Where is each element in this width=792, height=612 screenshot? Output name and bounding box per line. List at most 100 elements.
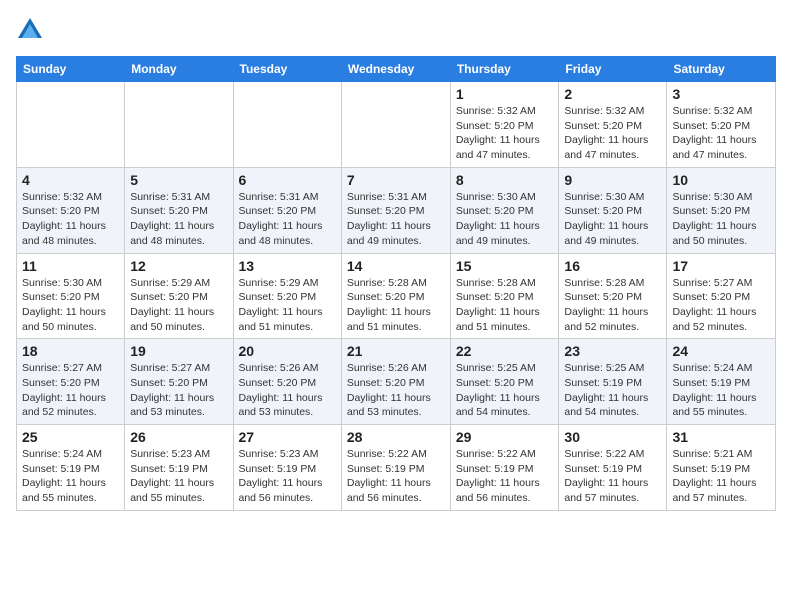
weekday-header-friday: Friday bbox=[559, 57, 667, 82]
calendar-cell: 1 Sunrise: 5:32 AM Sunset: 5:20 PM Daylig… bbox=[450, 82, 559, 168]
day-number: 13 bbox=[239, 258, 336, 274]
calendar-cell: 14 Sunrise: 5:28 AM Sunset: 5:20 PM Dayli… bbox=[341, 253, 450, 339]
day-number: 25 bbox=[22, 429, 119, 445]
day-number: 17 bbox=[672, 258, 770, 274]
calendar-cell: 10 Sunrise: 5:30 AM Sunset: 5:20 PM Dayli… bbox=[667, 167, 776, 253]
day-info: Sunrise: 5:28 AM Sunset: 5:20 PM Dayligh… bbox=[564, 276, 661, 335]
calendar-week-3: 11 Sunrise: 5:30 AM Sunset: 5:20 PM Dayli… bbox=[17, 253, 776, 339]
weekday-header-monday: Monday bbox=[125, 57, 233, 82]
day-info: Sunrise: 5:27 AM Sunset: 5:20 PM Dayligh… bbox=[672, 276, 770, 335]
day-number: 21 bbox=[347, 343, 445, 359]
day-number: 31 bbox=[672, 429, 770, 445]
weekday-header-sunday: Sunday bbox=[17, 57, 125, 82]
day-info: Sunrise: 5:24 AM Sunset: 5:19 PM Dayligh… bbox=[22, 447, 119, 506]
day-number: 20 bbox=[239, 343, 336, 359]
day-info: Sunrise: 5:22 AM Sunset: 5:19 PM Dayligh… bbox=[347, 447, 445, 506]
day-info: Sunrise: 5:31 AM Sunset: 5:20 PM Dayligh… bbox=[130, 190, 227, 249]
day-info: Sunrise: 5:32 AM Sunset: 5:20 PM Dayligh… bbox=[672, 104, 770, 163]
day-info: Sunrise: 5:30 AM Sunset: 5:20 PM Dayligh… bbox=[564, 190, 661, 249]
day-info: Sunrise: 5:27 AM Sunset: 5:20 PM Dayligh… bbox=[130, 361, 227, 420]
calendar-cell: 30 Sunrise: 5:22 AM Sunset: 5:19 PM Dayli… bbox=[559, 425, 667, 511]
day-info: Sunrise: 5:29 AM Sunset: 5:20 PM Dayligh… bbox=[130, 276, 227, 335]
day-number: 11 bbox=[22, 258, 119, 274]
calendar-cell: 8 Sunrise: 5:30 AM Sunset: 5:20 PM Daylig… bbox=[450, 167, 559, 253]
calendar-cell: 9 Sunrise: 5:30 AM Sunset: 5:20 PM Daylig… bbox=[559, 167, 667, 253]
day-info: Sunrise: 5:22 AM Sunset: 5:19 PM Dayligh… bbox=[456, 447, 554, 506]
calendar-cell: 15 Sunrise: 5:28 AM Sunset: 5:20 PM Dayli… bbox=[450, 253, 559, 339]
calendar-cell bbox=[17, 82, 125, 168]
day-info: Sunrise: 5:21 AM Sunset: 5:19 PM Dayligh… bbox=[672, 447, 770, 506]
weekday-header-tuesday: Tuesday bbox=[233, 57, 341, 82]
day-number: 6 bbox=[239, 172, 336, 188]
calendar-cell: 28Sunrise: 5:22 AM Sunset: 5:19 PM Dayli… bbox=[341, 425, 450, 511]
weekday-header-thursday: Thursday bbox=[450, 57, 559, 82]
calendar-cell bbox=[341, 82, 450, 168]
calendar-cell: 11 Sunrise: 5:30 AM Sunset: 5:20 PM Dayli… bbox=[17, 253, 125, 339]
calendar-header: SundayMondayTuesdayWednesdayThursdayFrid… bbox=[17, 57, 776, 82]
day-info: Sunrise: 5:24 AM Sunset: 5:19 PM Dayligh… bbox=[672, 361, 770, 420]
day-info: Sunrise: 5:31 AM Sunset: 5:20 PM Dayligh… bbox=[347, 190, 445, 249]
day-info: Sunrise: 5:30 AM Sunset: 5:20 PM Dayligh… bbox=[672, 190, 770, 249]
weekday-row: SundayMondayTuesdayWednesdayThursdayFrid… bbox=[17, 57, 776, 82]
day-number: 15 bbox=[456, 258, 554, 274]
day-info: Sunrise: 5:28 AM Sunset: 5:20 PM Dayligh… bbox=[347, 276, 445, 335]
calendar-cell: 20Sunrise: 5:26 AM Sunset: 5:20 PM Dayli… bbox=[233, 339, 341, 425]
day-number: 22 bbox=[456, 343, 554, 359]
calendar-cell: 5 Sunrise: 5:31 AM Sunset: 5:20 PM Daylig… bbox=[125, 167, 233, 253]
weekday-header-wednesday: Wednesday bbox=[341, 57, 450, 82]
logo bbox=[16, 16, 48, 44]
day-info: Sunrise: 5:27 AM Sunset: 5:20 PM Dayligh… bbox=[22, 361, 119, 420]
day-info: Sunrise: 5:32 AM Sunset: 5:20 PM Dayligh… bbox=[456, 104, 554, 163]
calendar-cell: 29Sunrise: 5:22 AM Sunset: 5:19 PM Dayli… bbox=[450, 425, 559, 511]
day-info: Sunrise: 5:22 AM Sunset: 5:19 PM Dayligh… bbox=[564, 447, 661, 506]
day-number: 14 bbox=[347, 258, 445, 274]
calendar-cell: 23 Sunrise: 5:25 AM Sunset: 5:19 PM Dayli… bbox=[559, 339, 667, 425]
day-number: 2 bbox=[564, 86, 661, 102]
weekday-header-saturday: Saturday bbox=[667, 57, 776, 82]
day-number: 26 bbox=[130, 429, 227, 445]
calendar-body: 1 Sunrise: 5:32 AM Sunset: 5:20 PM Daylig… bbox=[17, 82, 776, 511]
calendar-cell: 27Sunrise: 5:23 AM Sunset: 5:19 PM Dayli… bbox=[233, 425, 341, 511]
day-info: Sunrise: 5:28 AM Sunset: 5:20 PM Dayligh… bbox=[456, 276, 554, 335]
day-number: 3 bbox=[672, 86, 770, 102]
day-number: 18 bbox=[22, 343, 119, 359]
calendar-cell bbox=[233, 82, 341, 168]
calendar-week-2: 4Sunrise: 5:32 AM Sunset: 5:20 PM Daylig… bbox=[17, 167, 776, 253]
day-info: Sunrise: 5:32 AM Sunset: 5:20 PM Dayligh… bbox=[22, 190, 119, 249]
day-number: 30 bbox=[564, 429, 661, 445]
day-info: Sunrise: 5:30 AM Sunset: 5:20 PM Dayligh… bbox=[456, 190, 554, 249]
day-info: Sunrise: 5:31 AM Sunset: 5:20 PM Dayligh… bbox=[239, 190, 336, 249]
calendar-cell bbox=[125, 82, 233, 168]
day-number: 19 bbox=[130, 343, 227, 359]
day-info: Sunrise: 5:23 AM Sunset: 5:19 PM Dayligh… bbox=[130, 447, 227, 506]
calendar-cell: 31 Sunrise: 5:21 AM Sunset: 5:19 PM Dayli… bbox=[667, 425, 776, 511]
calendar-cell: 7 Sunrise: 5:31 AM Sunset: 5:20 PM Daylig… bbox=[341, 167, 450, 253]
day-number: 8 bbox=[456, 172, 554, 188]
day-number: 27 bbox=[239, 429, 336, 445]
calendar-cell: 16 Sunrise: 5:28 AM Sunset: 5:20 PM Dayli… bbox=[559, 253, 667, 339]
day-info: Sunrise: 5:25 AM Sunset: 5:20 PM Dayligh… bbox=[456, 361, 554, 420]
day-info: Sunrise: 5:25 AM Sunset: 5:19 PM Dayligh… bbox=[564, 361, 661, 420]
day-number: 9 bbox=[564, 172, 661, 188]
calendar-cell: 12 Sunrise: 5:29 AM Sunset: 5:20 PM Dayli… bbox=[125, 253, 233, 339]
day-number: 1 bbox=[456, 86, 554, 102]
day-number: 7 bbox=[347, 172, 445, 188]
day-info: Sunrise: 5:26 AM Sunset: 5:20 PM Dayligh… bbox=[347, 361, 445, 420]
day-number: 5 bbox=[130, 172, 227, 188]
day-info: Sunrise: 5:32 AM Sunset: 5:20 PM Dayligh… bbox=[564, 104, 661, 163]
day-info: Sunrise: 5:30 AM Sunset: 5:20 PM Dayligh… bbox=[22, 276, 119, 335]
calendar-cell: 4Sunrise: 5:32 AM Sunset: 5:20 PM Daylig… bbox=[17, 167, 125, 253]
day-number: 16 bbox=[564, 258, 661, 274]
day-number: 12 bbox=[130, 258, 227, 274]
calendar-cell: 26 Sunrise: 5:23 AM Sunset: 5:19 PM Dayli… bbox=[125, 425, 233, 511]
calendar-cell: 22 Sunrise: 5:25 AM Sunset: 5:20 PM Dayli… bbox=[450, 339, 559, 425]
day-number: 10 bbox=[672, 172, 770, 188]
calendar-cell: 13Sunrise: 5:29 AM Sunset: 5:20 PM Dayli… bbox=[233, 253, 341, 339]
day-number: 24 bbox=[672, 343, 770, 359]
calendar-cell: 18 Sunrise: 5:27 AM Sunset: 5:20 PM Dayli… bbox=[17, 339, 125, 425]
day-number: 23 bbox=[564, 343, 661, 359]
calendar-cell: 24 Sunrise: 5:24 AM Sunset: 5:19 PM Dayli… bbox=[667, 339, 776, 425]
calendar-cell: 3 Sunrise: 5:32 AM Sunset: 5:20 PM Daylig… bbox=[667, 82, 776, 168]
calendar-cell: 19 Sunrise: 5:27 AM Sunset: 5:20 PM Dayli… bbox=[125, 339, 233, 425]
calendar-week-4: 18 Sunrise: 5:27 AM Sunset: 5:20 PM Dayli… bbox=[17, 339, 776, 425]
